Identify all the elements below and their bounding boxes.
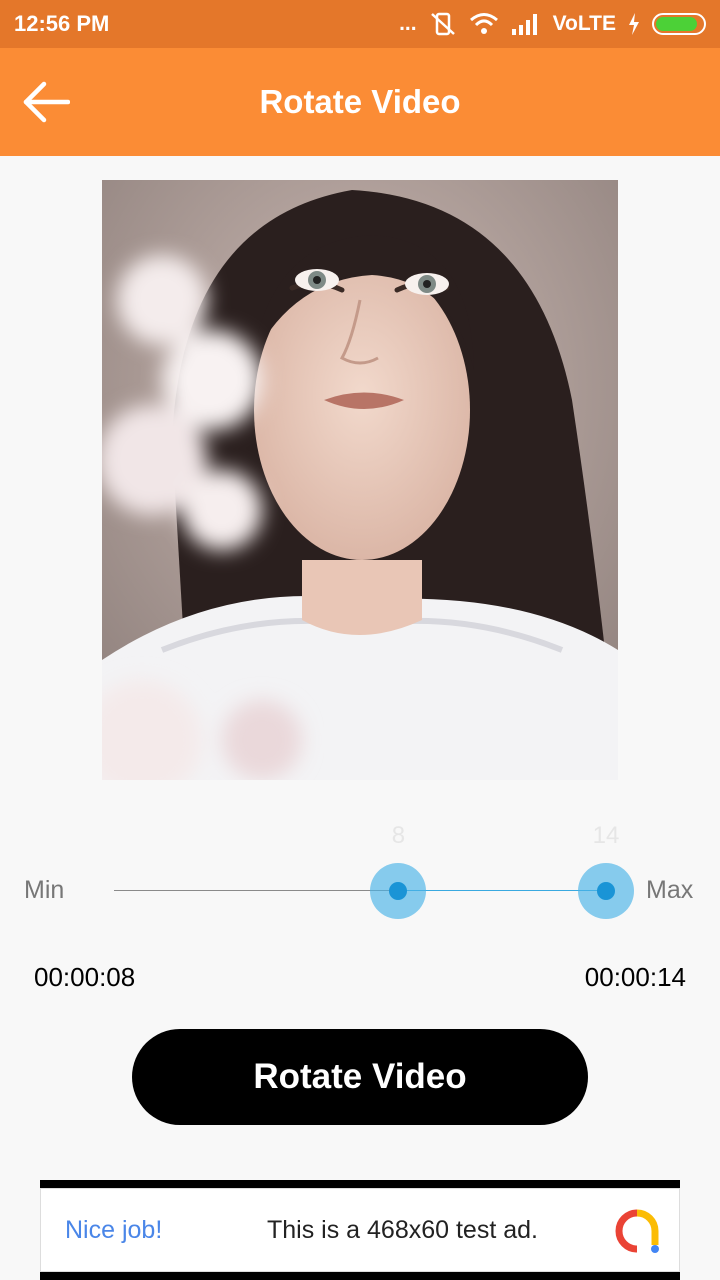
portrait-photo [102, 180, 618, 780]
range-max-label: Max [646, 876, 694, 904]
status-time: 12:56 PM [14, 11, 110, 36]
charging-icon [629, 13, 639, 35]
end-thumb[interactable] [578, 863, 634, 919]
end-thumb-value: 14 [592, 822, 620, 849]
status-bar: 12:56 PM ... VoLTE [0, 0, 720, 48]
battery-icon [652, 13, 706, 35]
slider-selected-track [398, 890, 606, 891]
wifi-icon [469, 13, 498, 34]
notification-dots: ... [399, 12, 417, 35]
start-time: 00:00:08 [34, 962, 136, 992]
page-title: Rotate Video [259, 83, 461, 120]
range-slider[interactable]: Min 8 14 Max [0, 820, 720, 940]
ad-text: This is a 468x60 test ad. [267, 1215, 538, 1244]
battery-level [656, 17, 698, 31]
arrow-left-icon [23, 81, 70, 123]
signal-icon [511, 14, 537, 35]
range-min-label: Min [24, 876, 65, 904]
video-preview[interactable] [102, 180, 618, 780]
rotate-video-button[interactable]: Rotate Video [132, 1029, 588, 1125]
end-thumb-dot [597, 882, 615, 900]
back-button[interactable] [20, 78, 72, 126]
status-icons: ... VoLTE [399, 11, 706, 37]
start-thumb-value: 8 [391, 822, 406, 849]
ad-headline: Nice job! [65, 1215, 163, 1244]
network-label: VoLTE [552, 12, 616, 35]
start-thumb[interactable] [370, 863, 427, 919]
end-time: 00:00:14 [584, 962, 686, 992]
ad-banner[interactable]: Nice job! This is a 468x60 test ad. [40, 1180, 680, 1280]
app-bar: Rotate Video [0, 48, 720, 156]
mute-icon [430, 12, 455, 36]
ad-logo-icon [615, 1209, 659, 1253]
start-thumb-dot [389, 882, 408, 900]
ad-content[interactable]: Nice job! This is a 468x60 test ad. [40, 1188, 680, 1272]
